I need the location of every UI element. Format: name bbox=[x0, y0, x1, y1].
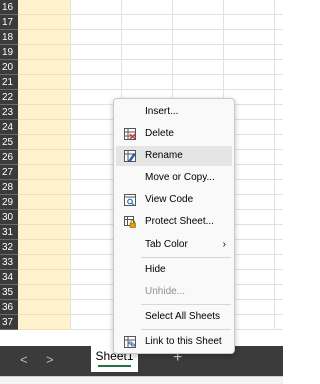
row-header[interactable]: 28 bbox=[0, 180, 18, 195]
cell[interactable] bbox=[18, 150, 70, 165]
cell[interactable] bbox=[18, 15, 70, 30]
row-header[interactable]: 37 bbox=[0, 315, 18, 330]
menu-item-protect-sheet[interactable]: Protect Sheet... bbox=[116, 212, 232, 232]
menu-item-label: Delete bbox=[145, 128, 174, 139]
cell[interactable] bbox=[18, 75, 70, 90]
active-tab-underline bbox=[98, 365, 131, 367]
chevron-right-icon: › bbox=[222, 239, 226, 250]
menu-item-label: Link to this Sheet bbox=[145, 336, 222, 347]
cells[interactable] bbox=[70, 15, 283, 30]
row-header[interactable]: 22 bbox=[0, 90, 18, 105]
row-header[interactable]: 29 bbox=[0, 195, 18, 210]
sheet-context-menu: Insert... Delete Rename Move or Copy... … bbox=[113, 98, 235, 354]
cell[interactable] bbox=[18, 135, 70, 150]
menu-item-label: Tab Color bbox=[145, 239, 188, 250]
menu-item-label: Insert... bbox=[145, 106, 179, 117]
cell[interactable] bbox=[18, 90, 70, 105]
row-header[interactable]: 30 bbox=[0, 210, 18, 225]
menu-item-select-all-sheets[interactable]: Select All Sheets bbox=[116, 307, 232, 327]
next-sheet-button[interactable]: > bbox=[46, 352, 54, 368]
menu-item-tab-color[interactable]: Tab Color › bbox=[116, 235, 232, 255]
view-code-icon bbox=[124, 194, 136, 206]
cell[interactable] bbox=[18, 120, 70, 135]
row-header[interactable]: 19 bbox=[0, 45, 18, 60]
cell[interactable] bbox=[18, 210, 70, 225]
cell[interactable] bbox=[18, 285, 70, 300]
row-header[interactable]: 18 bbox=[0, 30, 18, 45]
menu-item-label: Unhide... bbox=[145, 286, 186, 297]
row-header[interactable]: 23 bbox=[0, 105, 18, 120]
cell[interactable] bbox=[18, 105, 70, 120]
menu-item-label: Protect Sheet... bbox=[145, 216, 214, 227]
cell[interactable] bbox=[18, 195, 70, 210]
cell[interactable] bbox=[18, 180, 70, 195]
row-header[interactable]: 32 bbox=[0, 240, 18, 255]
delete-sheet-icon bbox=[124, 128, 136, 140]
grid-row: 18 bbox=[0, 30, 283, 45]
row-header[interactable]: 35 bbox=[0, 285, 18, 300]
row-header[interactable]: 20 bbox=[0, 60, 18, 75]
menu-item-link-to-sheet[interactable]: Link to this Sheet bbox=[116, 332, 232, 352]
row-header[interactable]: 34 bbox=[0, 270, 18, 285]
rename-sheet-icon bbox=[124, 150, 136, 162]
menu-item-rename[interactable]: Rename bbox=[116, 146, 232, 166]
menu-separator bbox=[141, 304, 231, 305]
cell[interactable] bbox=[18, 315, 70, 330]
menu-item-delete[interactable]: Delete bbox=[116, 124, 232, 144]
cell[interactable] bbox=[18, 225, 70, 240]
menu-item-label: Move or Copy... bbox=[145, 172, 215, 183]
row-header[interactable]: 25 bbox=[0, 135, 18, 150]
menu-item-hide[interactable]: Hide bbox=[116, 260, 232, 280]
menu-item-insert[interactable]: Insert... bbox=[116, 102, 232, 122]
cell[interactable] bbox=[18, 0, 70, 15]
status-bar bbox=[0, 376, 283, 384]
grid-row: 21 bbox=[0, 75, 283, 90]
row-header[interactable]: 16 bbox=[0, 0, 18, 15]
cell[interactable] bbox=[18, 270, 70, 285]
row-header[interactable]: 33 bbox=[0, 255, 18, 270]
grid-row: 17 bbox=[0, 15, 283, 30]
menu-item-label: Select All Sheets bbox=[145, 311, 221, 322]
menu-item-view-code[interactable]: View Code bbox=[116, 190, 232, 210]
cells[interactable] bbox=[70, 30, 283, 45]
grid-row: 19 bbox=[0, 45, 283, 60]
cell[interactable] bbox=[18, 45, 70, 60]
grid-row: 20 bbox=[0, 60, 283, 75]
cell[interactable] bbox=[18, 30, 70, 45]
menu-item-label: Rename bbox=[145, 150, 183, 161]
row-header[interactable]: 36 bbox=[0, 300, 18, 315]
menu-separator bbox=[141, 329, 231, 330]
menu-item-unhide: Unhide... bbox=[116, 282, 232, 302]
row-header[interactable]: 27 bbox=[0, 165, 18, 180]
row-header[interactable]: 26 bbox=[0, 150, 18, 165]
row-header[interactable]: 21 bbox=[0, 75, 18, 90]
cell[interactable] bbox=[18, 300, 70, 315]
cells[interactable] bbox=[70, 60, 283, 75]
link-sheet-icon bbox=[124, 336, 136, 348]
cells[interactable] bbox=[70, 75, 283, 90]
menu-item-label: Hide bbox=[145, 264, 166, 275]
cell[interactable] bbox=[18, 255, 70, 270]
cell[interactable] bbox=[18, 60, 70, 75]
menu-separator bbox=[141, 257, 231, 258]
menu-item-move-or-copy[interactable]: Move or Copy... bbox=[116, 168, 232, 188]
row-header[interactable]: 17 bbox=[0, 15, 18, 30]
prev-sheet-button[interactable]: < bbox=[20, 352, 28, 368]
cells[interactable] bbox=[70, 0, 283, 15]
grid-row: 16 bbox=[0, 0, 283, 15]
cell[interactable] bbox=[18, 165, 70, 180]
menu-item-label: View Code bbox=[145, 194, 194, 205]
cell[interactable] bbox=[18, 240, 70, 255]
cells[interactable] bbox=[70, 45, 283, 60]
protect-sheet-icon bbox=[124, 216, 136, 228]
row-header[interactable]: 31 bbox=[0, 225, 18, 240]
row-header[interactable]: 24 bbox=[0, 120, 18, 135]
